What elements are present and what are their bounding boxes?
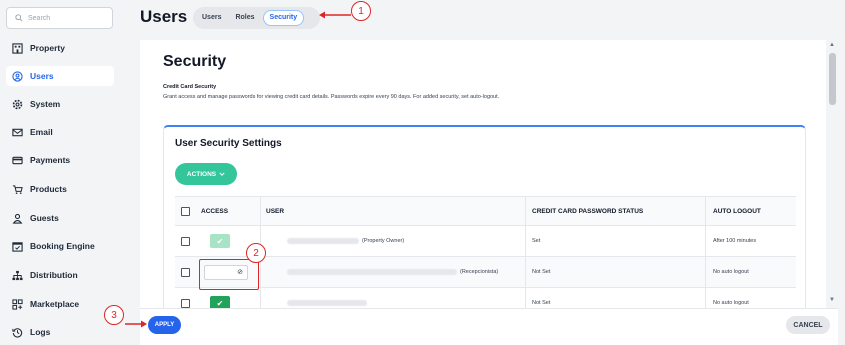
auto-logout: No auto logout xyxy=(713,269,749,275)
password-status: Set xyxy=(532,238,541,244)
tab-users[interactable]: Users xyxy=(196,10,227,26)
user-circle-icon xyxy=(12,70,23,82)
sidebar-item-system[interactable]: System xyxy=(6,94,114,114)
section-title: Security xyxy=(163,53,227,70)
check-icon: ✔ xyxy=(216,298,224,308)
annotation-callout-3: 3 xyxy=(104,305,124,325)
sidebar-item-label: Marketplace xyxy=(30,299,80,309)
access-granted-toggle[interactable]: ✔ xyxy=(210,296,230,308)
column-password-status: CREDIT CARD PASSWORD STATUS xyxy=(532,207,644,215)
table-row: ✔ (Property Owner) Set After 100 minutes xyxy=(175,226,796,257)
user-name-blurred xyxy=(287,300,367,306)
annotation-highlight-box xyxy=(199,259,259,290)
apply-button[interactable]: APPLY xyxy=(148,316,181,334)
tab-bar: Users Roles Security xyxy=(193,7,320,29)
sidebar-item-booking-engine[interactable]: Booking Engine xyxy=(6,236,114,256)
sidebar-item-label: Guests xyxy=(30,213,59,223)
column-user: USER xyxy=(266,207,285,215)
chevron-down-icon xyxy=(219,172,225,176)
row-checkbox[interactable] xyxy=(181,298,190,308)
password-status: Not Set xyxy=(532,300,551,306)
sidebar-item-label: Property xyxy=(30,43,65,53)
sidebar-item-guests[interactable]: Guests xyxy=(6,208,114,228)
calendar-check-icon xyxy=(12,241,23,252)
user-security-table: ACCESS USER CREDIT CARD PASSWORD STATUS … xyxy=(175,196,796,308)
card-title: User Security Settings xyxy=(175,138,282,149)
actions-label: ACTIONS xyxy=(186,170,217,178)
sidebar-item-marketplace[interactable]: Marketplace xyxy=(6,294,114,314)
check-icon: ✔ xyxy=(216,236,224,246)
select-all-checkbox[interactable] xyxy=(181,206,190,216)
password-status: Not Set xyxy=(532,269,551,275)
page-title: Users xyxy=(140,7,188,26)
sidebar-item-logs[interactable]: Logs xyxy=(6,322,114,342)
search-input[interactable]: Search xyxy=(6,7,113,29)
cart-icon xyxy=(12,184,23,195)
annotation-arrow-1 xyxy=(319,11,351,19)
annotation-callout-1: 1 xyxy=(351,1,371,21)
sidebar-item-label: Email xyxy=(30,127,53,137)
tab-roles[interactable]: Roles xyxy=(229,10,260,26)
row-checkbox[interactable] xyxy=(181,236,190,246)
sidebar-item-label: Booking Engine xyxy=(30,241,95,251)
user-name-blurred xyxy=(287,238,359,244)
user-security-card: User Security Settings ACTIONS ACCESS US… xyxy=(163,125,806,308)
scroll-up-icon[interactable]: ▲ xyxy=(829,42,835,48)
user-role: (Recepcionista) xyxy=(460,269,499,275)
sitemap-icon xyxy=(12,270,23,281)
sidebar-item-payments[interactable]: Payments xyxy=(6,150,114,170)
section-description: Grant access and manage passwords for vi… xyxy=(163,94,500,100)
cancel-button[interactable]: CANCEL xyxy=(786,316,830,334)
scroll-down-icon[interactable]: ▼ xyxy=(829,297,835,303)
table-row: ✔ Not Set No auto logout xyxy=(175,288,796,308)
sidebar-item-products[interactable]: Products xyxy=(6,179,114,199)
sidebar-item-label: Products xyxy=(30,184,67,194)
auto-logout: After 100 minutes xyxy=(713,238,757,244)
sidebar-item-label: System xyxy=(30,99,61,109)
column-access: ACCESS xyxy=(201,207,229,215)
search-icon xyxy=(15,14,23,22)
sidebar-item-label: Payments xyxy=(30,155,71,165)
sidebar: Search Property Users System Email Payme… xyxy=(0,0,125,345)
table-row: ⊘ (Recepcionista) Not Set No auto logout xyxy=(175,257,796,288)
sidebar-item-property[interactable]: Property xyxy=(6,38,114,58)
credit-card-icon xyxy=(12,155,23,166)
search-placeholder: Search xyxy=(28,14,51,22)
tab-security[interactable]: Security xyxy=(262,10,305,26)
annotation-callout-2: 2 xyxy=(246,243,266,263)
scrollbar-thumb[interactable] xyxy=(829,53,836,105)
annotation-arrow-3 xyxy=(125,320,147,328)
sidebar-item-email[interactable]: Email xyxy=(6,122,114,142)
section-subtitle: Credit Card Security xyxy=(163,84,217,90)
actions-button[interactable]: ACTIONS xyxy=(175,163,237,185)
envelope-icon xyxy=(12,127,23,138)
sidebar-item-label: Distribution xyxy=(30,270,78,280)
person-icon xyxy=(12,213,23,224)
sidebar-item-label: Users xyxy=(30,71,54,81)
building-icon xyxy=(12,42,23,54)
sidebar-item-distribution[interactable]: Distribution xyxy=(6,265,114,285)
row-checkbox[interactable] xyxy=(181,267,190,277)
auto-logout: No auto logout xyxy=(713,300,749,306)
column-auto-logout: AUTO LOGOUT xyxy=(713,207,761,215)
sidebar-item-label: Logs xyxy=(30,327,51,337)
user-name-blurred xyxy=(287,269,457,275)
grid-plus-icon xyxy=(12,298,23,310)
gear-icon xyxy=(12,99,23,110)
table-header-row: ACCESS USER CREDIT CARD PASSWORD STATUS … xyxy=(175,196,796,226)
history-icon xyxy=(12,327,23,338)
user-role: (Property Owner) xyxy=(362,238,405,244)
access-granted-toggle[interactable]: ✔ xyxy=(210,234,230,248)
sidebar-item-users[interactable]: Users xyxy=(6,66,114,86)
footer-bar: APPLY CANCEL xyxy=(140,308,838,345)
